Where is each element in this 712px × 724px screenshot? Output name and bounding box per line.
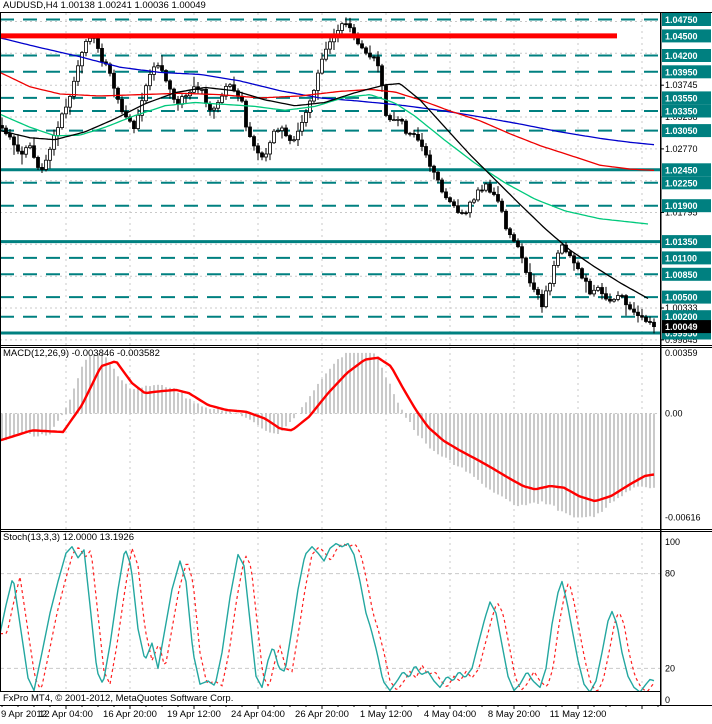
svg-text:1.00850: 1.00850 [665,270,698,280]
svg-text:1.01900: 1.01900 [665,201,698,211]
time-label: 4 May 04:00 [423,709,477,720]
svg-text:1.04750: 1.04750 [665,15,698,25]
svg-text:1.03050: 1.03050 [665,126,698,136]
macd-indicator-header: MACD(12,26,9) -0.003846 -0.003582 [3,348,160,359]
svg-text:1.02250: 1.02250 [665,178,698,188]
macd-scale-label: 0.00 [665,409,683,419]
macd-scale-label: 0.00359 [665,348,698,358]
time-axis: 9 Apr 2012 12 Apr 04:00 16 Apr 20:00 19 Apr… [0,707,712,724]
svg-text:1.01100: 1.01100 [665,253,697,263]
stoch-scale-label: 100 [665,537,680,547]
time-label: 16 Apr 20:00 [103,709,157,720]
svg-text:1.03350: 1.03350 [665,107,698,117]
svg-text:1.03950: 1.03950 [665,67,698,77]
svg-text:1.02450: 1.02450 [665,165,698,175]
copyright-text: FxPro MT4, © 2001-2012, MetaQuotes Softw… [0,691,660,705]
svg-text:1.00500: 1.00500 [665,293,698,303]
chart-canvas[interactable]: 1.037451.032581.027701.017951.003330.998… [0,0,712,724]
stoch-scale-label: 20 [665,663,675,673]
time-label: 12 Apr 04:00 [39,709,93,720]
svg-text:1.01350: 1.01350 [665,237,698,247]
svg-text:1.04200: 1.04200 [665,51,698,61]
stoch-scale-label: 0 [665,695,670,705]
stoch-scale-label: 80 [665,569,675,579]
time-label: 1 May 12:00 [359,709,413,720]
time-label: 24 Apr 04:00 [231,709,285,720]
time-label: 19 Apr 12:00 [167,709,221,720]
chart-title: AUDUSD,H4 1.00138 1.00241 1.00036 1.0004… [3,0,206,11]
svg-text:1.00049: 1.00049 [665,322,698,332]
stoch-indicator-header: Stoch(13,3,3) 12.0000 13.1926 [3,532,134,543]
macd-scale-label: -0.00616 [665,512,701,522]
mt4-chart-window: 1.037451.032581.027701.017951.003330.998… [0,0,712,724]
time-label: 8 May 20:00 [487,709,541,720]
time-label: 26 Apr 20:00 [295,709,349,720]
time-label: 11 May 12:00 [549,709,607,720]
svg-text:1.04500: 1.04500 [665,31,698,41]
price-tick-label: 1.02770 [665,144,698,154]
svg-text:1.03550: 1.03550 [665,93,698,103]
price-tick-label: 1.03745 [665,80,698,90]
